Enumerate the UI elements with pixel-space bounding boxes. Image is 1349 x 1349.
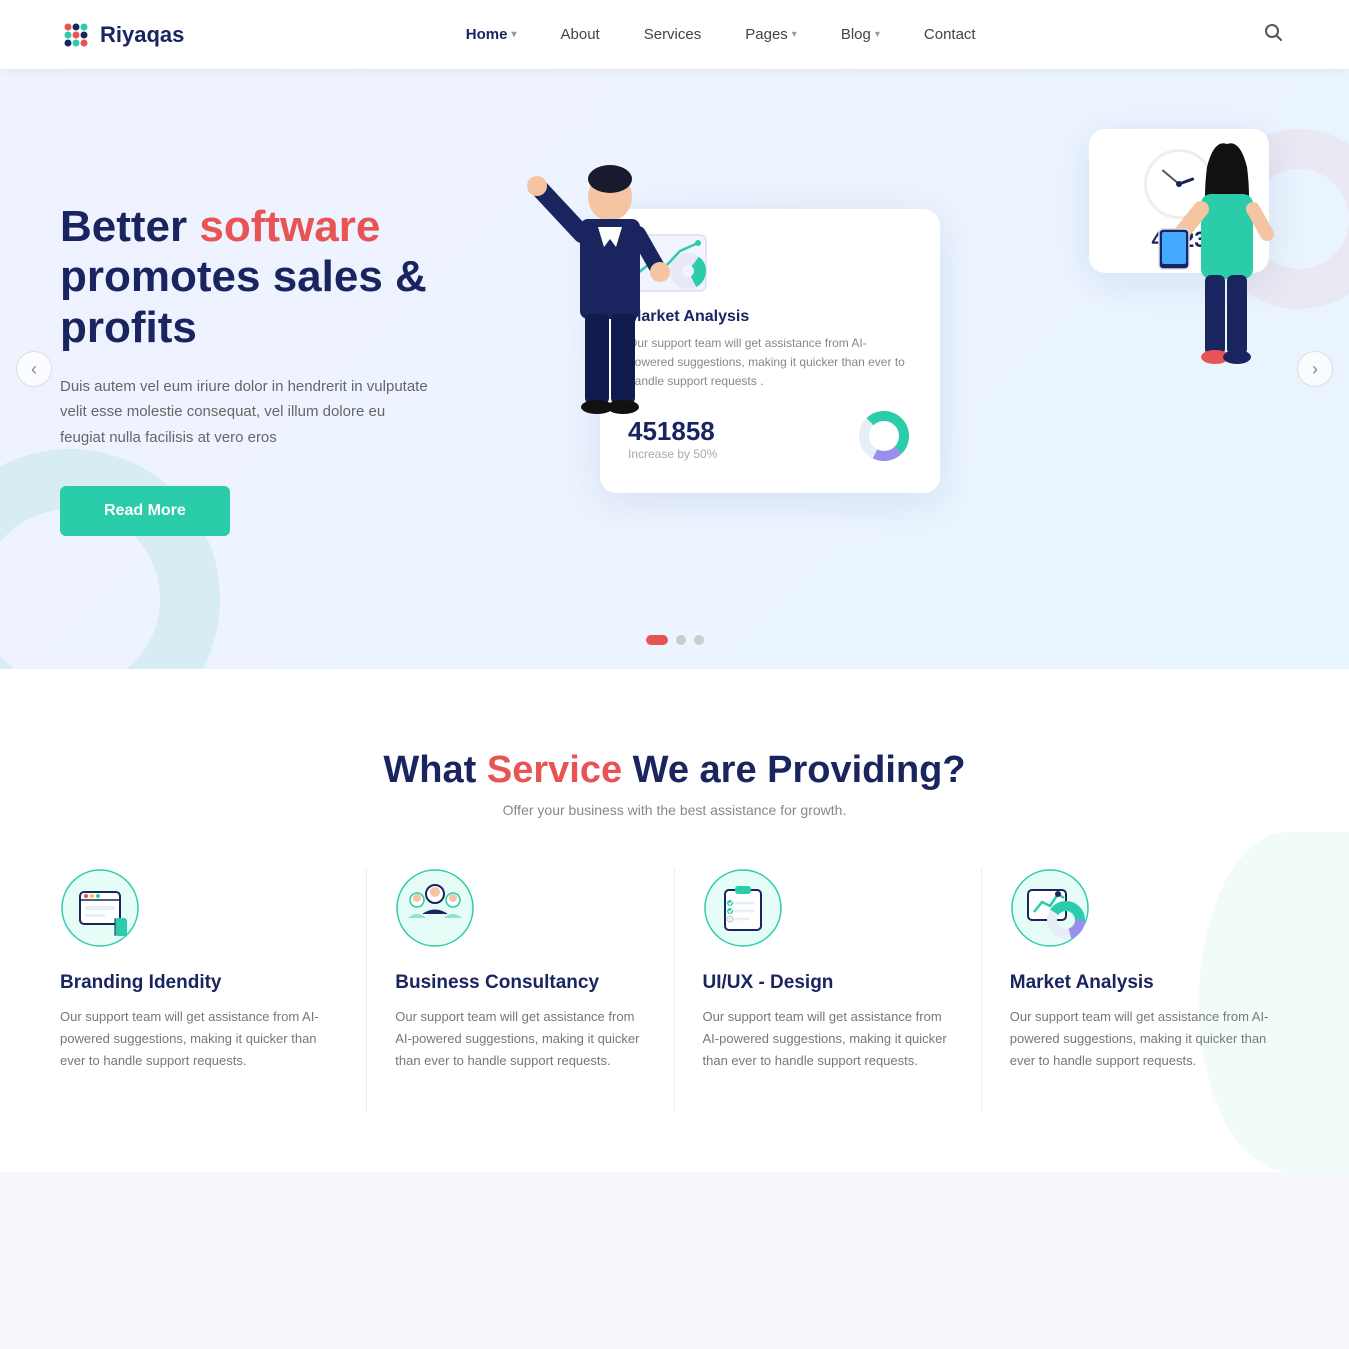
services-title: What Service We are Providing? (60, 749, 1289, 792)
logo-icon (60, 19, 92, 51)
hero-description: Duis autem vel eum iriure dolor in hendr… (60, 374, 430, 451)
market-analysis-icon (1010, 868, 1090, 948)
nav-item-home[interactable]: Home ▾ (448, 18, 535, 51)
service-name-uiux: UI/UX - Design (703, 972, 953, 994)
service-desc-branding: Our support team will get assistance fro… (60, 1006, 338, 1072)
service-name-market: Market Analysis (1010, 972, 1289, 994)
donut-chart (856, 408, 912, 464)
hero-title: Better software promotes sales & profits (60, 202, 500, 354)
nav-item-blog[interactable]: Blog ▾ (823, 18, 898, 51)
chevron-down-icon: ▾ (792, 29, 797, 40)
nav-item-about[interactable]: About (543, 18, 618, 51)
service-card-branding: Branding Idendity Our support team will … (60, 868, 367, 1112)
chevron-down-icon: ▾ (875, 29, 880, 40)
services-section: What Service We are Providing? Offer you… (0, 669, 1349, 1172)
hero-character-2 (1149, 139, 1279, 444)
branding-icon (60, 868, 140, 948)
service-name-consultancy: Business Consultancy (395, 972, 645, 994)
service-desc-consultancy: Our support team will get assistance fro… (395, 1006, 645, 1072)
nav-item-pages[interactable]: Pages ▾ (727, 18, 815, 51)
service-desc-market: Our support team will get assistance fro… (1010, 1006, 1289, 1072)
service-card-uiux: UI/UX - Design Our support team will get… (675, 868, 982, 1112)
hero-illustration: Market Analysis Our support team will ge… (500, 129, 1289, 609)
hero-content: Better software promotes sales & profits… (60, 202, 500, 536)
slide-dot-3[interactable] (694, 635, 704, 645)
slide-dot-1[interactable] (646, 635, 668, 645)
nav-item-services[interactable]: Services (626, 18, 720, 51)
read-more-button[interactable]: Read More (60, 486, 230, 536)
services-header: What Service We are Providing? Offer you… (60, 749, 1289, 818)
hero-next-arrow[interactable]: › (1297, 351, 1333, 387)
slide-dots (646, 635, 704, 645)
slide-dot-2[interactable] (676, 635, 686, 645)
brand-logo[interactable]: Riyaqas (60, 19, 184, 51)
consultancy-icon (395, 868, 475, 948)
nav-item-contact[interactable]: Contact (906, 18, 994, 51)
brand-name: Riyaqas (100, 22, 184, 48)
service-desc-uiux: Our support team will get assistance fro… (703, 1006, 953, 1072)
nav-links: Home ▾ About Services Pages ▾ Blog ▾ Con… (448, 18, 994, 51)
uiux-icon (703, 868, 783, 948)
hero-section: ‹ Better software promotes sales & profi… (0, 69, 1349, 669)
services-grid: Branding Idendity Our support team will … (60, 868, 1289, 1112)
hero-prev-arrow[interactable]: ‹ (16, 351, 52, 387)
hero-character (520, 159, 700, 474)
services-subtitle: Offer your business with the best assist… (60, 802, 1289, 818)
search-icon[interactable] (1257, 16, 1289, 53)
navbar: Riyaqas Home ▾ About Services Pages ▾ Bl… (0, 0, 1349, 69)
chevron-down-icon: ▾ (511, 29, 516, 40)
service-card-consultancy: Business Consultancy Our support team wi… (367, 868, 674, 1112)
service-card-market: Market Analysis Our support team will ge… (982, 868, 1289, 1112)
service-name-branding: Branding Idendity (60, 972, 338, 994)
